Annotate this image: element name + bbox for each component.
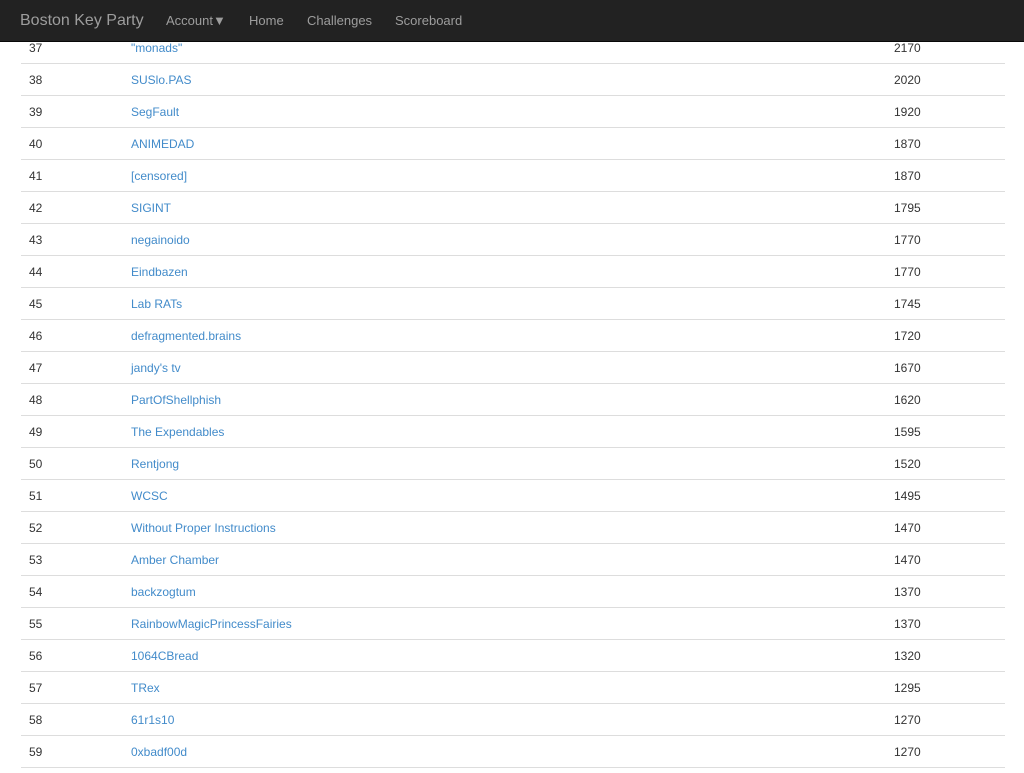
table-row: 58 61r1s10 1270 xyxy=(21,704,1005,736)
score-cell: 1495 xyxy=(894,489,921,503)
table-row: 40 ANIMEDAD 1870 xyxy=(21,128,1005,160)
team-link[interactable]: Eindbazen xyxy=(131,256,188,288)
team-link[interactable]: SegFault xyxy=(131,96,179,128)
rank-cell: 39 xyxy=(29,105,43,119)
score-cell: 1745 xyxy=(894,297,921,311)
nav-home-link[interactable]: Home xyxy=(249,0,284,42)
score-cell: 1470 xyxy=(894,553,921,567)
table-row: 59 0xbadf00d 1270 xyxy=(21,736,1005,768)
table-row: 42 SIGINT 1795 xyxy=(21,192,1005,224)
team-link[interactable]: ANIMEDAD xyxy=(131,128,194,160)
rank-cell: 59 xyxy=(29,745,43,759)
rank-cell: 45 xyxy=(29,297,43,311)
nav-scoreboard-link[interactable]: Scoreboard xyxy=(395,0,462,42)
rank-cell: 51 xyxy=(29,489,43,503)
table-row: 54 backzogtum 1370 xyxy=(21,576,1005,608)
score-cell: 1795 xyxy=(894,201,921,215)
table-row: 39 SegFault 1920 xyxy=(21,96,1005,128)
table-row: 47 jandy's tv 1670 xyxy=(21,352,1005,384)
team-link[interactable]: defragmented.brains xyxy=(131,320,241,352)
table-row: 57 TRex 1295 xyxy=(21,672,1005,704)
rank-cell: 43 xyxy=(29,233,43,247)
table-row: 43 negainoido 1770 xyxy=(21,224,1005,256)
rank-cell: 48 xyxy=(29,393,43,407)
table-row: 53 Amber Chamber 1470 xyxy=(21,544,1005,576)
rank-cell: 42 xyxy=(29,201,43,215)
rank-cell: 47 xyxy=(29,361,43,375)
score-cell: 1370 xyxy=(894,585,921,599)
team-link[interactable]: Rentjong xyxy=(131,448,179,480)
score-cell: 1595 xyxy=(894,425,921,439)
team-link[interactable]: Without Proper Instructions xyxy=(131,512,276,544)
team-link[interactable]: PartOfShellphish xyxy=(131,384,221,416)
team-link[interactable]: negainoido xyxy=(131,224,190,256)
score-cell: 2020 xyxy=(894,73,921,87)
rank-cell: 54 xyxy=(29,585,43,599)
score-cell: 1295 xyxy=(894,681,921,695)
table-row: 41 [censored] 1870 xyxy=(21,160,1005,192)
table-row: 46 defragmented.brains 1720 xyxy=(21,320,1005,352)
top-navbar: Boston Key Party Account▼ Home Challenge… xyxy=(0,0,1024,42)
score-cell: 1270 xyxy=(894,745,921,759)
team-link[interactable]: Amber Chamber xyxy=(131,544,219,576)
score-cell: 1770 xyxy=(894,265,921,279)
rank-cell: 58 xyxy=(29,713,43,727)
score-cell: 1720 xyxy=(894,329,921,343)
team-link[interactable]: 61r1s10 xyxy=(131,704,174,736)
rank-cell: 57 xyxy=(29,681,43,695)
score-cell: 1370 xyxy=(894,617,921,631)
rank-cell: 53 xyxy=(29,553,43,567)
rank-cell: 55 xyxy=(29,617,43,631)
team-link[interactable]: 0xbadf00d xyxy=(131,736,187,768)
table-row: 45 Lab RATs 1745 xyxy=(21,288,1005,320)
rank-cell: 46 xyxy=(29,329,43,343)
score-cell: 1870 xyxy=(894,137,921,151)
score-cell: 1770 xyxy=(894,233,921,247)
score-cell: 1620 xyxy=(894,393,921,407)
rank-cell: 49 xyxy=(29,425,43,439)
team-link[interactable]: SIGINT xyxy=(131,192,171,224)
score-cell: 1670 xyxy=(894,361,921,375)
team-link[interactable]: RainbowMagicPrincessFairies xyxy=(131,608,292,640)
rank-cell: 52 xyxy=(29,521,43,535)
rank-cell: 56 xyxy=(29,649,43,663)
team-link[interactable]: SUSlo.PAS xyxy=(131,64,191,96)
table-row: 56 1064CBread 1320 xyxy=(21,640,1005,672)
table-row: 38 SUSlo.PAS 2020 xyxy=(21,64,1005,96)
brand-link[interactable]: Boston Key Party xyxy=(20,0,144,42)
table-row: 51 WCSC 1495 xyxy=(21,480,1005,512)
rank-cell: 41 xyxy=(29,169,43,183)
score-cell: 1920 xyxy=(894,105,921,119)
rank-cell: 50 xyxy=(29,457,43,471)
scoreboard-table: 37 "monads" 2170 38 SUSlo.PAS 2020 39 SegFault 1… xyxy=(21,32,1005,768)
table-row: 48 PartOfShellphish 1620 xyxy=(21,384,1005,416)
score-cell: 1870 xyxy=(894,169,921,183)
rank-cell: 38 xyxy=(29,73,43,87)
rank-cell: 40 xyxy=(29,137,43,151)
table-row: 50 Rentjong 1520 xyxy=(21,448,1005,480)
score-cell: 1320 xyxy=(894,649,921,663)
table-row: 49 The Expendables 1595 xyxy=(21,416,1005,448)
nav-account-dropdown[interactable]: Account▼ xyxy=(166,0,226,42)
rank-cell: 44 xyxy=(29,265,43,279)
team-link[interactable]: [censored] xyxy=(131,160,187,192)
nav-challenges-link[interactable]: Challenges xyxy=(307,0,372,42)
score-cell: 1470 xyxy=(894,521,921,535)
team-link[interactable]: jandy's tv xyxy=(131,352,181,384)
table-row: 55 RainbowMagicPrincessFairies 1370 xyxy=(21,608,1005,640)
team-link[interactable]: TRex xyxy=(131,672,160,704)
score-cell: 1270 xyxy=(894,713,921,727)
team-link[interactable]: The Expendables xyxy=(131,416,224,448)
table-row: 52 Without Proper Instructions 1470 xyxy=(21,512,1005,544)
team-link[interactable]: Lab RATs xyxy=(131,288,182,320)
score-cell: 1520 xyxy=(894,457,921,471)
team-link[interactable]: backzogtum xyxy=(131,576,196,608)
team-link[interactable]: WCSC xyxy=(131,480,168,512)
team-link[interactable]: 1064CBread xyxy=(131,640,198,672)
table-row: 44 Eindbazen 1770 xyxy=(21,256,1005,288)
